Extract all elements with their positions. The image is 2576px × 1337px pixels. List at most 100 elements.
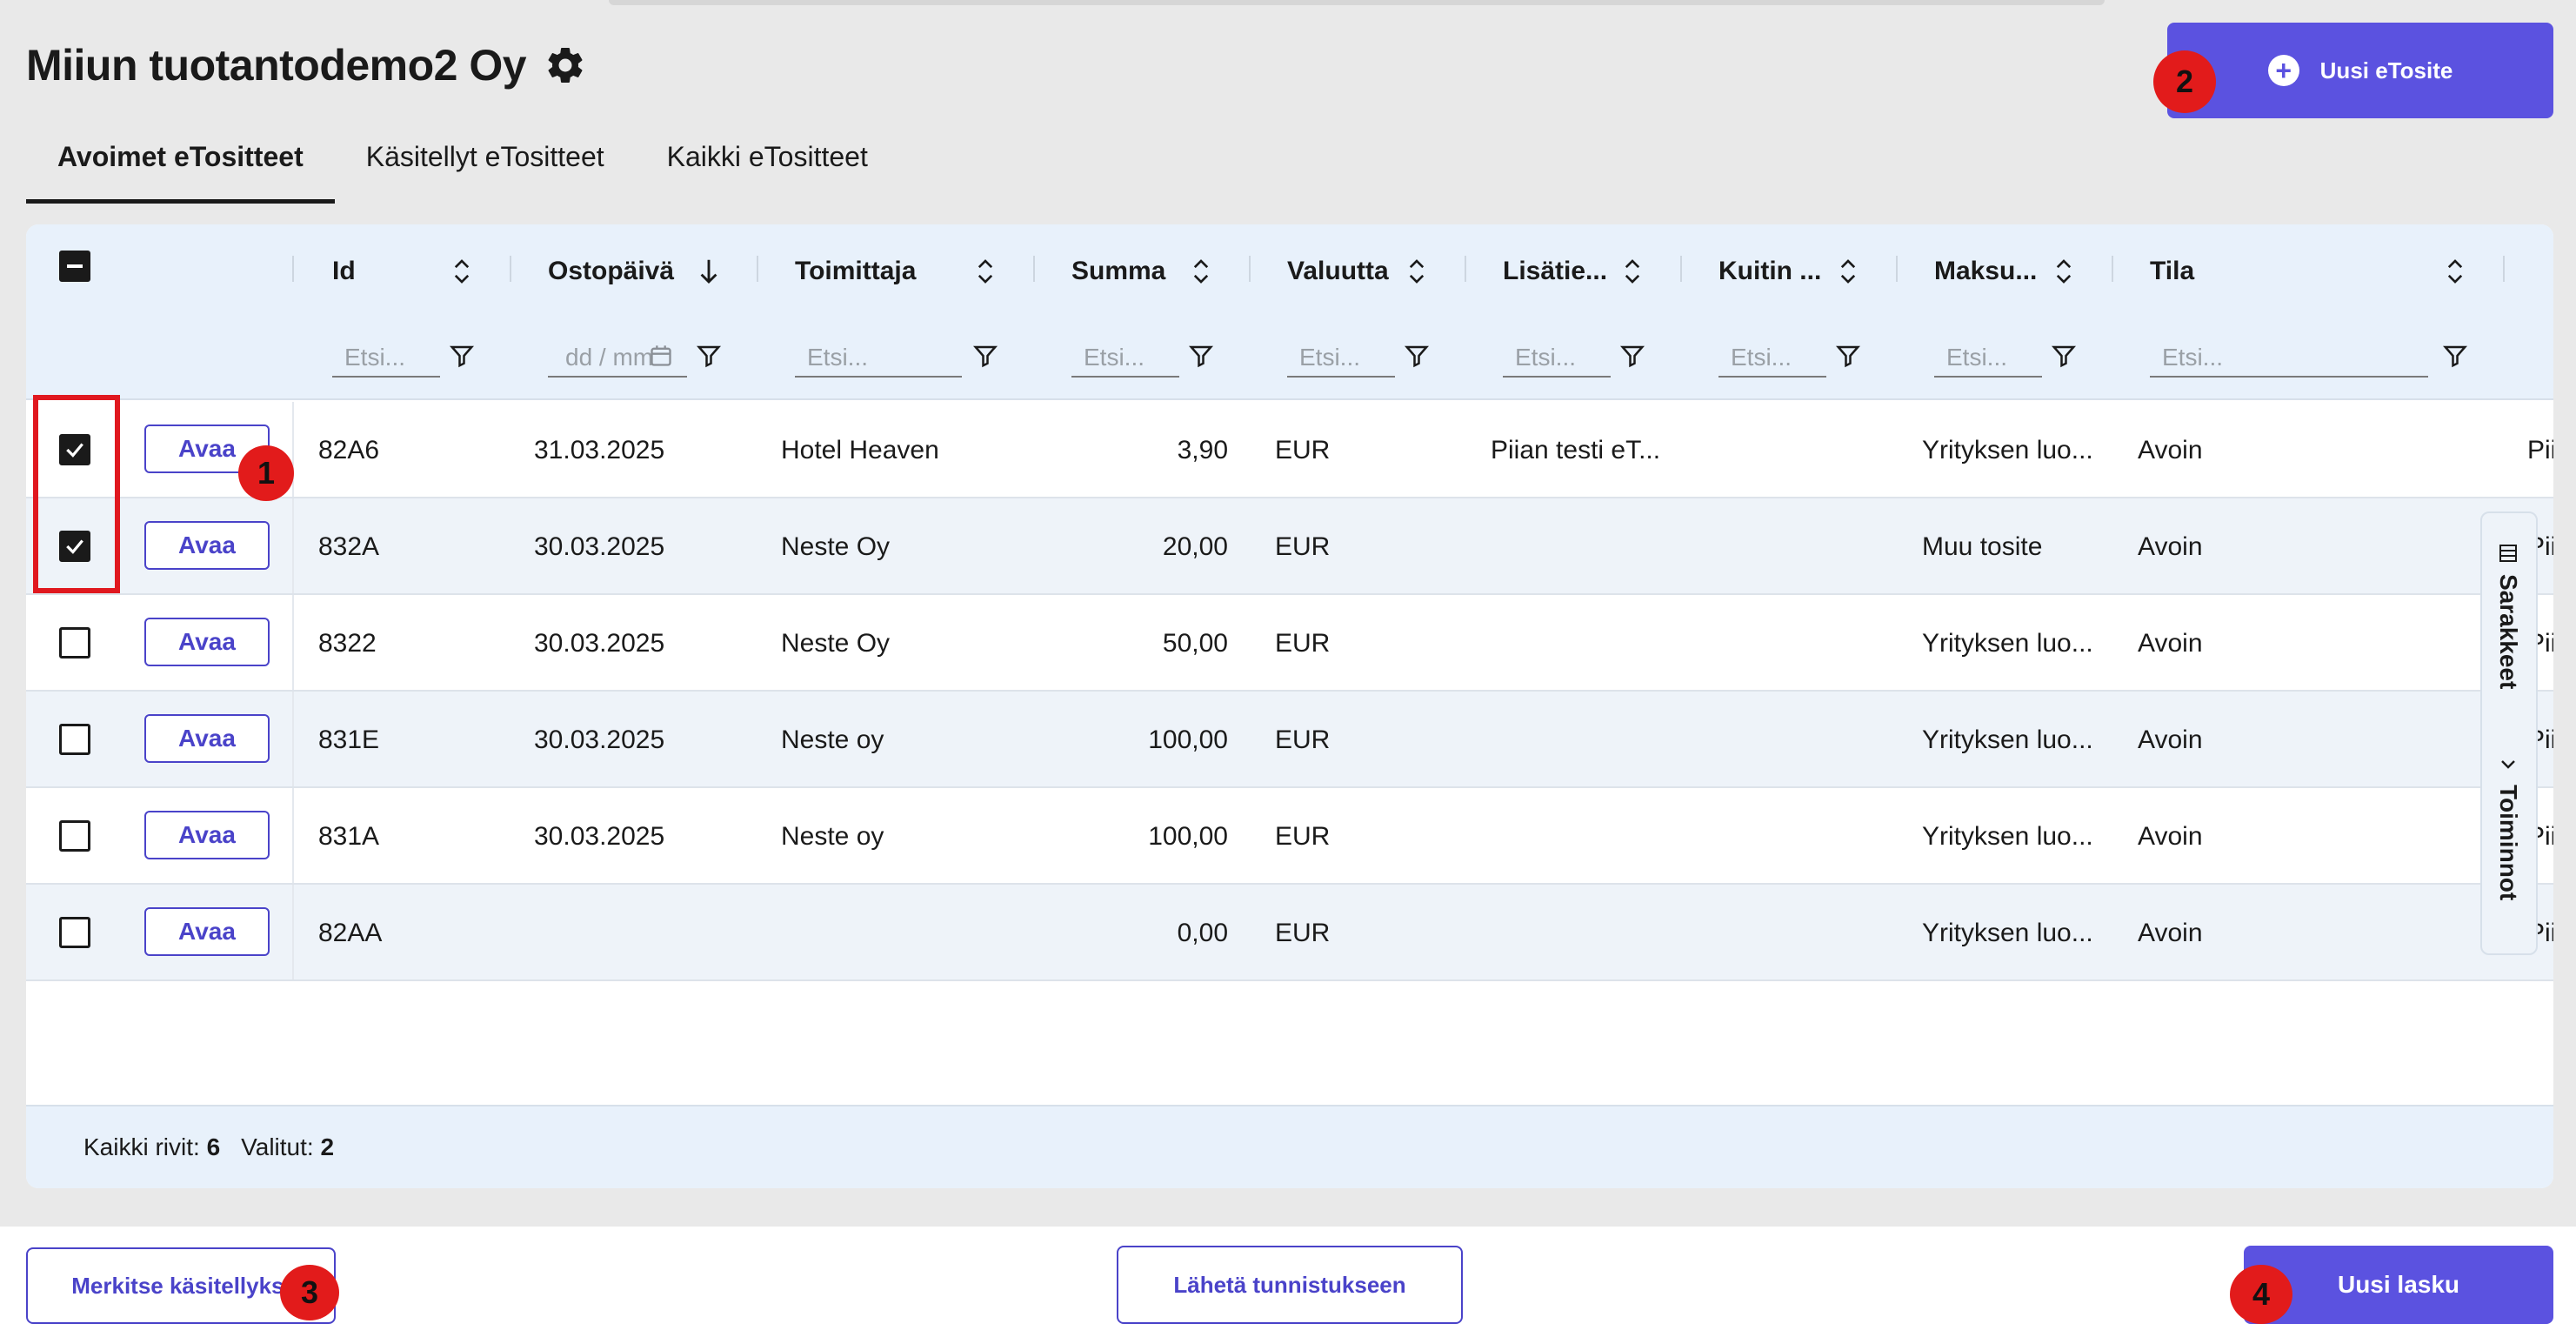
- sort-icon[interactable]: [1619, 256, 1645, 287]
- sort-icon[interactable]: [1404, 256, 1430, 287]
- cell-supplier: Neste oy: [781, 822, 884, 851]
- filter-icon[interactable]: [1404, 343, 1430, 369]
- filter-icon[interactable]: [1835, 343, 1861, 369]
- column-header-currency[interactable]: Valuutta: [1287, 254, 1389, 289]
- row-checkbox[interactable]: [59, 627, 90, 658]
- filter-icon[interactable]: [696, 343, 722, 369]
- bottom-action-bar: Merkitse käsitellyksi 3 Lähetä tunnistuk…: [0, 1227, 2576, 1337]
- row-divider: [292, 692, 294, 786]
- row-checkbox[interactable]: [59, 917, 90, 948]
- column-header-id[interactable]: Id: [332, 254, 356, 289]
- sort-icon[interactable]: [1188, 256, 1214, 287]
- sort-icon[interactable]: [2442, 256, 2468, 287]
- column-separator: [1465, 256, 1466, 282]
- row-checkbox[interactable]: [59, 434, 90, 465]
- calendar-icon[interactable]: [649, 343, 673, 369]
- tab-processed-receipts[interactable]: Käsitellyt eTositteet: [335, 130, 636, 204]
- amount-filter-input[interactable]: Etsi...: [1071, 338, 1179, 378]
- column-separator: [1896, 256, 1898, 282]
- column-header-supplier[interactable]: Toimittaja: [795, 254, 916, 289]
- cell-date: 30.03.2025: [534, 822, 665, 851]
- cell-id: 82A6: [318, 436, 380, 465]
- cell-status: Avoin: [2138, 725, 2203, 754]
- selected-rows-label: Valitut:: [241, 1133, 314, 1160]
- tab-open-receipts[interactable]: Avoimet eTositteet: [26, 130, 335, 204]
- row-checkbox[interactable]: [59, 531, 90, 562]
- supplier-filter-input[interactable]: Etsi...: [795, 338, 962, 378]
- cell-amount: 3,90: [1177, 436, 1228, 465]
- table-row[interactable]: Avaa 831E 30.03.2025 Neste oy 100,00 EUR…: [26, 692, 2553, 788]
- sort-icon[interactable]: [1835, 256, 1861, 287]
- cell-supplier: Neste Oy: [781, 532, 891, 561]
- columns-panel-label: Sarakkeet: [2495, 574, 2522, 690]
- open-button[interactable]: Avaa: [144, 521, 270, 570]
- total-rows: Kaikki rivit: 6: [83, 1133, 220, 1161]
- column-header-status[interactable]: Tila: [2150, 254, 2194, 289]
- checkmark-icon: [66, 539, 83, 554]
- filter-icon[interactable]: [1188, 343, 1214, 369]
- open-button[interactable]: Avaa: [144, 811, 270, 859]
- open-button[interactable]: Avaa: [144, 907, 270, 956]
- sort-descending-icon[interactable]: [696, 256, 722, 287]
- table-row[interactable]: Avaa 832A 30.03.2025 Neste Oy 20,00 EUR …: [26, 498, 2553, 595]
- table-row[interactable]: Avaa 82AA 0,00 EUR Yrityksen luo... Avoi…: [26, 885, 2553, 981]
- select-all-checkbox[interactable]: [59, 251, 90, 282]
- filter-icon[interactable]: [449, 343, 475, 369]
- actions-panel-tab[interactable]: Toiminnot: [2494, 753, 2522, 900]
- table-row[interactable]: Avaa 8322 30.03.2025 Neste Oy 50,00 EUR …: [26, 595, 2553, 692]
- new-receipt-button[interactable]: + Uusi eTosite: [2167, 23, 2553, 118]
- currency-filter-input[interactable]: Etsi...: [1287, 338, 1395, 378]
- tab-all-receipts[interactable]: Kaikki eTositteet: [636, 130, 899, 204]
- row-divider: [292, 788, 294, 883]
- column-header-payment[interactable]: Maksu...: [1934, 254, 2037, 289]
- cell-currency: EUR: [1275, 822, 1331, 851]
- cell-amount: 20,00: [1162, 532, 1228, 561]
- columns-panel-tab[interactable]: Sarakkeet: [2494, 543, 2522, 689]
- row-checkbox[interactable]: [59, 820, 90, 852]
- cell-status: Avoin: [2138, 532, 2203, 561]
- status-filter-input[interactable]: Etsi...: [2150, 338, 2428, 378]
- column-header-receipt[interactable]: Kuitin ...: [1718, 254, 1821, 289]
- plus-circle-icon: +: [2267, 55, 2299, 86]
- filter-icon[interactable]: [2051, 343, 2077, 369]
- sort-icon[interactable]: [2051, 256, 2077, 287]
- cell-status: Avoin: [2138, 436, 2203, 465]
- total-rows-value: 6: [206, 1133, 221, 1160]
- sort-icon[interactable]: [972, 256, 998, 287]
- filter-icon[interactable]: [972, 343, 998, 369]
- cell-status: Avoin: [2138, 629, 2203, 658]
- cell-extra-info: Piian testi eT...: [1491, 436, 1661, 465]
- open-button[interactable]: Avaa: [144, 618, 270, 666]
- row-checkbox[interactable]: [59, 724, 90, 755]
- actions-panel-label: Toiminnot: [2495, 785, 2522, 901]
- filter-icon[interactable]: [2442, 343, 2468, 369]
- row-divider: [292, 402, 294, 497]
- new-receipt-label: Uusi eTosite: [2319, 57, 2453, 84]
- column-header-extra-info[interactable]: Lisätie...: [1503, 254, 1607, 289]
- selected-rows-value: 2: [320, 1133, 335, 1160]
- row-divider: [292, 885, 294, 979]
- open-button[interactable]: Avaa: [144, 714, 270, 763]
- grid-footer: Kaikki rivit: 6 Valitut: 2: [26, 1105, 2553, 1188]
- annotation-badge-3: 3: [280, 1265, 339, 1320]
- sort-icon[interactable]: [449, 256, 475, 287]
- cell-id: 82AA: [318, 919, 383, 947]
- cell-status: Avoin: [2138, 822, 2203, 851]
- table-row[interactable]: Avaa 82A6 31.03.2025 Hotel Heaven 3,90 E…: [26, 402, 2553, 498]
- gear-icon[interactable]: [544, 43, 587, 87]
- table-row[interactable]: Avaa 831A 30.03.2025 Neste oy 100,00 EUR…: [26, 788, 2553, 885]
- side-panel: Sarakkeet Toiminnot: [2480, 511, 2538, 955]
- column-header-purchase-date[interactable]: Ostopäivä: [548, 254, 674, 289]
- receipt-filter-input[interactable]: Etsi...: [1718, 338, 1826, 378]
- column-header-amount[interactable]: Summa: [1071, 254, 1165, 289]
- company-name: Miiun tuotantodemo2 Oy: [26, 41, 527, 90]
- row-divider: [292, 498, 294, 593]
- filter-icon[interactable]: [1619, 343, 1645, 369]
- cell-supplier: Neste oy: [781, 725, 884, 754]
- send-to-recognition-button[interactable]: Lähetä tunnistukseen: [1117, 1246, 1463, 1324]
- cell-payment: Yrityksen luo...: [1922, 629, 2093, 658]
- extra-info-filter-input[interactable]: Etsi...: [1503, 338, 1611, 378]
- id-filter-input[interactable]: Etsi...: [332, 338, 440, 378]
- payment-filter-input[interactable]: Etsi...: [1934, 338, 2042, 378]
- selected-rows: Valitut: 2: [241, 1133, 334, 1161]
